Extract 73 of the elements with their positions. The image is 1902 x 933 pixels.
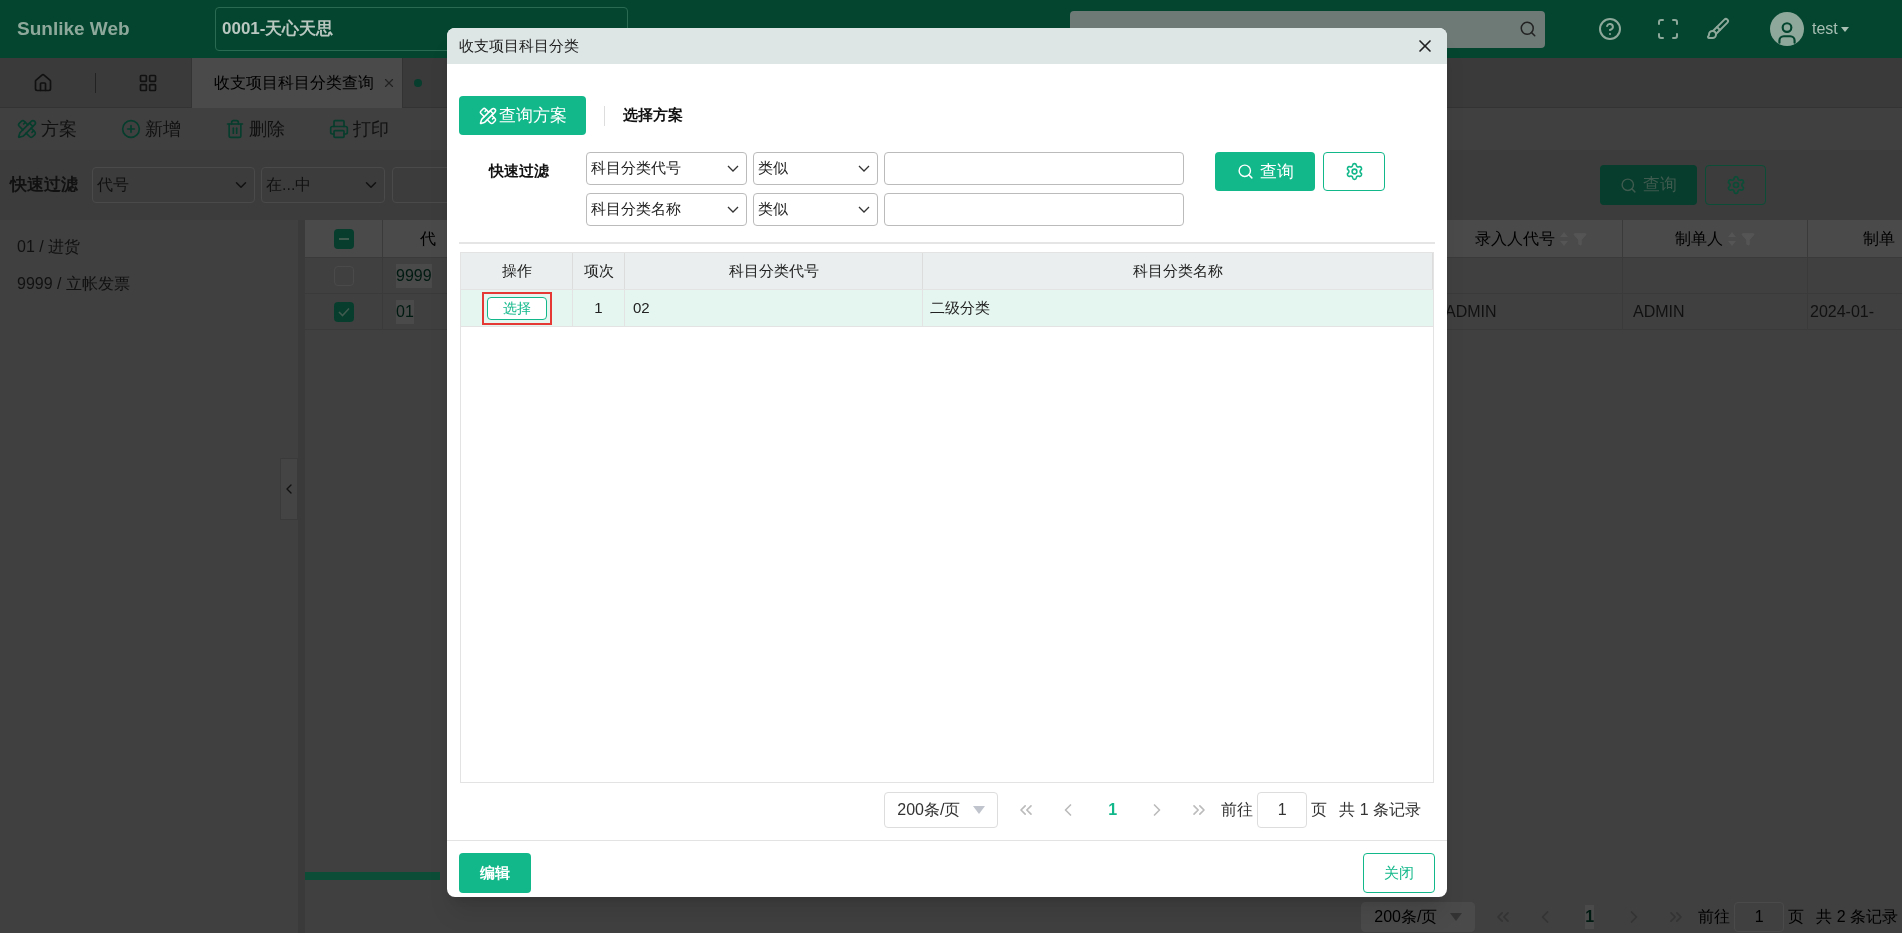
value-field[interactable] [884, 152, 1184, 185]
select-button[interactable]: 选择 [486, 296, 547, 320]
goto-label: 前往 [1221, 800, 1254, 820]
settings-icon [1725, 175, 1746, 195]
operator-select[interactable]: 类似 [753, 152, 878, 185]
tools-icon [478, 106, 497, 125]
help-icon[interactable] [1598, 17, 1622, 41]
current-page[interactable]: 1 [1108, 798, 1118, 822]
page-unit: 页 [1311, 800, 1328, 820]
user-menu[interactable]: test [1812, 17, 1838, 41]
code-link[interactable]: 9999 [396, 263, 432, 288]
dropdown-icon [1450, 913, 1463, 921]
column-header[interactable]: 制单 [1863, 226, 1895, 251]
chevron-down-icon [727, 206, 739, 213]
column-header: 项次 [583, 260, 614, 281]
settings-button[interactable] [1705, 165, 1766, 205]
field-select[interactable]: 科目分类代号 [586, 152, 747, 185]
edit-button[interactable]: 编辑 [459, 853, 531, 893]
chevron-down-icon [858, 206, 870, 213]
brand-name: Sunlike Web [16, 16, 131, 41]
home-icon[interactable] [33, 72, 53, 93]
settings-button[interactable] [1323, 152, 1385, 191]
table-cell-text: 02 [633, 297, 650, 318]
total-records: 共 1 条记录 [1339, 800, 1421, 820]
value-field[interactable] [884, 193, 1184, 226]
tab[interactable]: 收支项目科目分类查询 [192, 57, 403, 108]
search-icon [1620, 176, 1637, 194]
goto-page-field[interactable]: 1 [1257, 792, 1308, 828]
check-icon [337, 306, 350, 317]
field-select[interactable]: 科目分类名称 [586, 193, 747, 226]
current-page[interactable]: 1 [1585, 905, 1595, 929]
total-records: 共 2 条记录 [1816, 907, 1898, 927]
page-unit: 页 [1788, 907, 1805, 927]
column-header: 操作 [501, 260, 532, 281]
chevron-down-icon [727, 165, 739, 172]
printer-icon [329, 119, 349, 139]
search-icon [1236, 163, 1254, 180]
search-button[interactable]: 查询 [1600, 165, 1697, 205]
goto-label: 前往 [1698, 907, 1731, 927]
table-cell-text: 二级分类 [930, 297, 990, 318]
search-button[interactable]: 查询 [1215, 152, 1315, 191]
column-header: 科目分类代号 [728, 260, 819, 281]
trash-icon [225, 119, 245, 139]
table-row[interactable]: 选择 1 02 二级分类 [461, 290, 1433, 327]
search-icon[interactable] [1519, 20, 1537, 38]
table-cell-text: 1 [594, 297, 603, 318]
goto-page-field[interactable]: 1 [1734, 902, 1785, 932]
settings-icon [1344, 162, 1364, 181]
filter-label: 快速过滤 [489, 161, 550, 181]
column-header[interactable]: 代 [420, 226, 436, 251]
page-size-select[interactable]: 200条/页 [1361, 902, 1476, 932]
collapse-handle[interactable] [280, 458, 298, 520]
close-button[interactable]: 关闭 [1363, 853, 1435, 893]
chevron-down-icon [858, 165, 870, 172]
tools-icon [17, 119, 37, 139]
add-icon [121, 119, 141, 139]
broom-icon[interactable] [1706, 17, 1730, 41]
select-scheme-link[interactable]: 选择方案 [623, 104, 683, 127]
column-header[interactable]: 录入人代号 [1475, 226, 1555, 251]
avatar[interactable] [1770, 12, 1804, 46]
column-header: 科目分类名称 [1132, 260, 1223, 281]
fullscreen-icon[interactable] [1656, 17, 1680, 41]
query-scheme-button[interactable]: 查询方案 [459, 96, 586, 135]
grid-icon[interactable] [138, 72, 158, 93]
dropdown-icon [973, 806, 986, 814]
operator-select[interactable]: 类似 [753, 193, 878, 226]
code-link[interactable]: 01 [396, 299, 414, 324]
select-all-checkbox[interactable] [333, 228, 354, 249]
horizontal-scrollbar[interactable] [305, 872, 440, 880]
column-header[interactable]: 制单人 [1675, 226, 1723, 251]
row-checkbox[interactable] [333, 301, 354, 322]
page-size-select[interactable]: 200条/页 [884, 792, 999, 828]
caret-icon[interactable] [1840, 26, 1849, 32]
